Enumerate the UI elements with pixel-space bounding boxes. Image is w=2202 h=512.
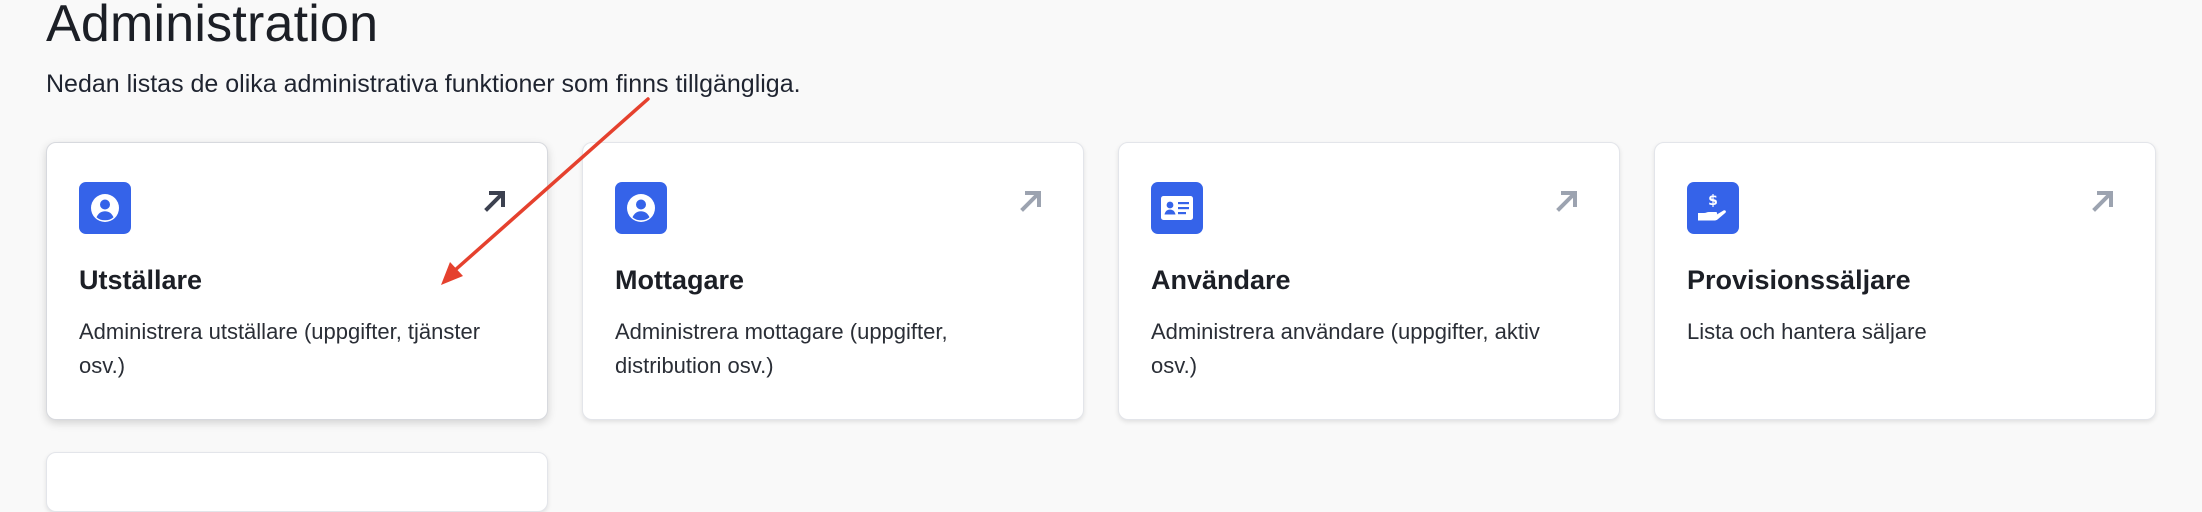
card-provisionssaljare[interactable]: $ Provisionssäljare Lista och hantera sä… — [1654, 142, 2156, 420]
card-description: Administrera utställare (uppgifter, tjän… — [79, 319, 481, 378]
page-description: Nedan listas de olika administrativa fun… — [46, 70, 801, 98]
user-circle-icon — [615, 182, 667, 234]
arrow-up-right-icon — [481, 187, 509, 215]
card-title: Utställare — [79, 265, 203, 295]
card-description: Administrera mottagare (uppgifter, distr… — [615, 319, 948, 378]
id-card-icon — [1151, 182, 1203, 234]
card-description: Administrera användare (uppgifter, aktiv… — [1151, 319, 1540, 378]
card-utstallare[interactable]: Utställare Administrera utställare (uppg… — [46, 142, 548, 420]
arrow-up-right-icon — [1017, 187, 1045, 215]
card-title: Provisionssäljare — [1687, 265, 1911, 295]
card-anvandare[interactable]: Användare Administrera användare (uppgif… — [1118, 142, 1620, 420]
user-circle-icon — [79, 182, 131, 234]
card-title: Mottagare — [615, 265, 745, 295]
card-mottagare[interactable]: Mottagare Administrera mottagare (uppgif… — [582, 142, 1084, 420]
svg-text:$: $ — [1708, 193, 1718, 209]
hand-dollar-icon: $ — [1687, 182, 1739, 234]
page-title: Administration — [46, 0, 379, 53]
card-description: Lista och hantera säljare — [1687, 319, 1927, 344]
arrow-up-right-icon — [1553, 187, 1581, 215]
card-partial[interactable] — [46, 452, 548, 512]
card-title: Användare — [1151, 265, 1291, 295]
arrow-up-right-icon — [2089, 187, 2117, 215]
